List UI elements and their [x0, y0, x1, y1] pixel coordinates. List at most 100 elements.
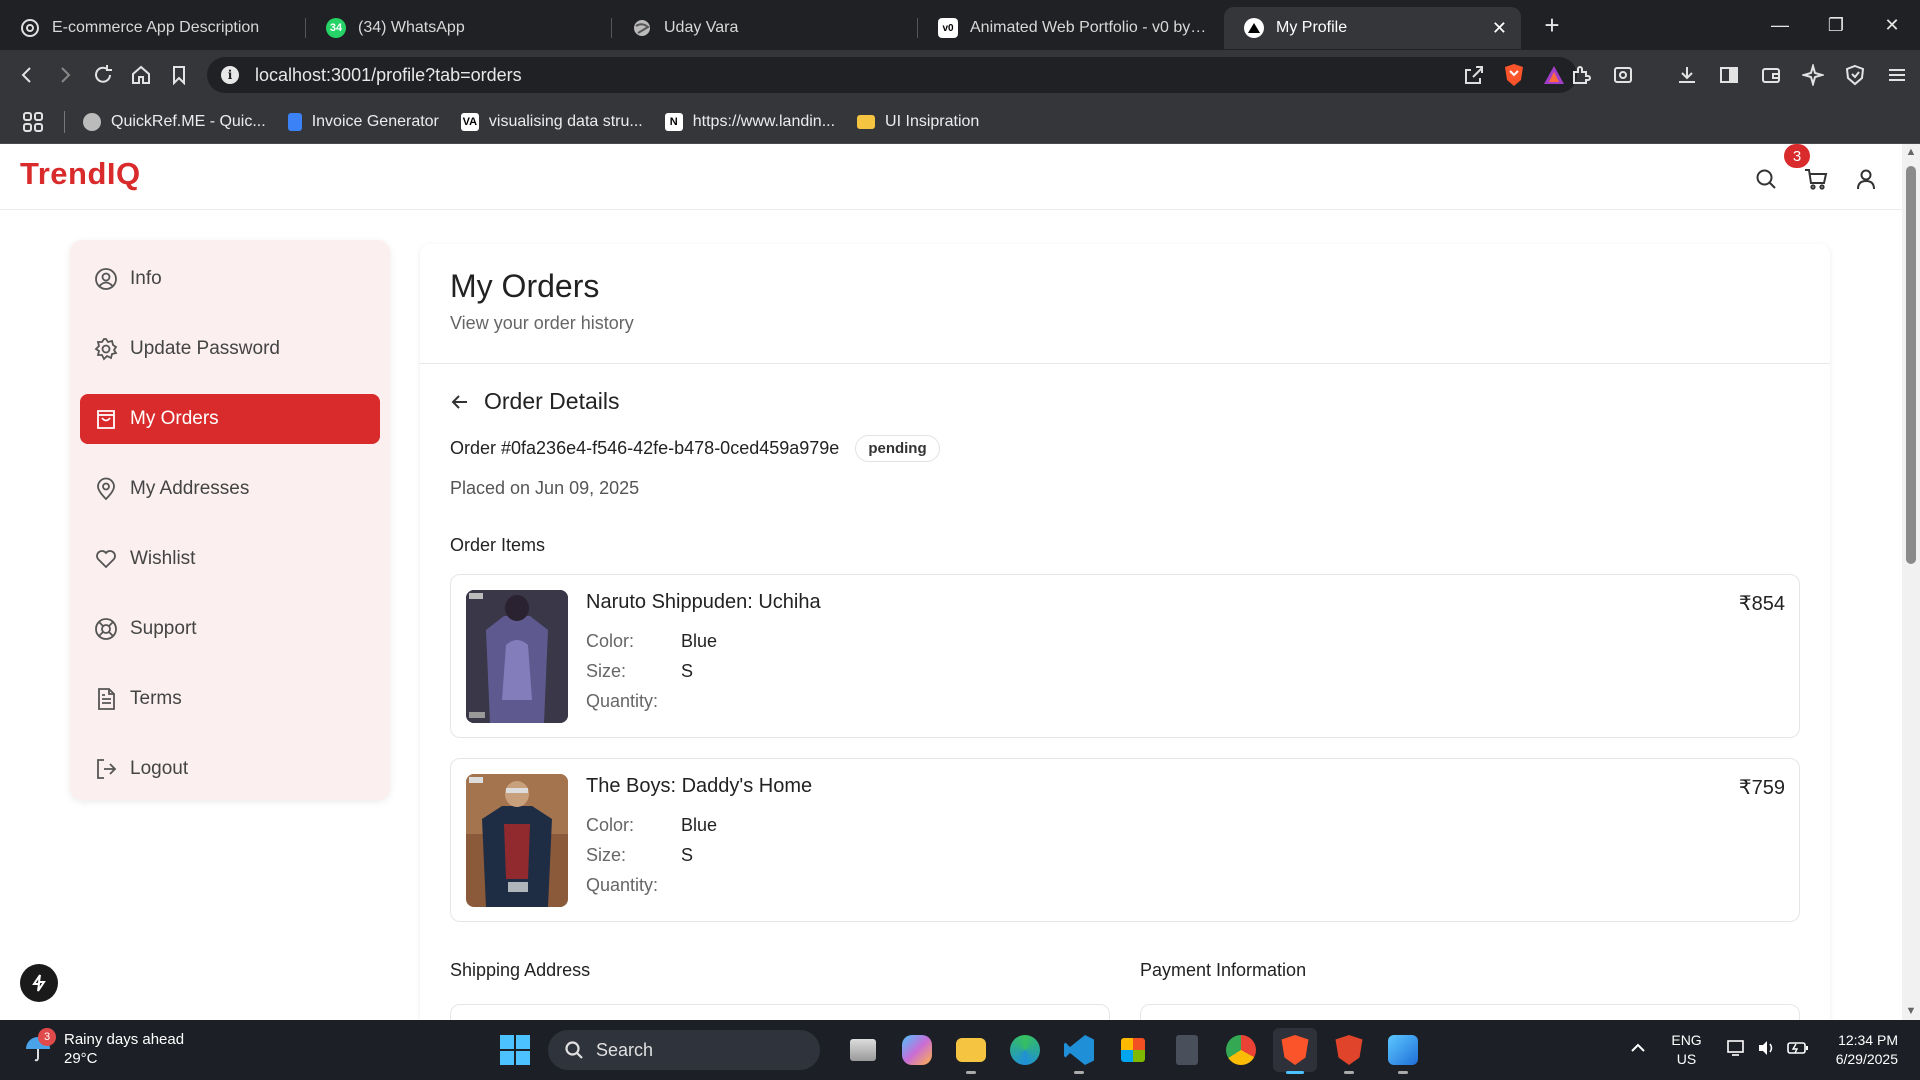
product-name[interactable]: The Boys: Daddy's Home [586, 775, 812, 798]
screenshot-icon[interactable] [1606, 58, 1640, 92]
restore-icon[interactable]: ❐ [1808, 0, 1864, 50]
sidebar-item-terms[interactable]: Terms [80, 674, 380, 724]
network-icon[interactable] [1726, 1039, 1747, 1062]
browser-tab[interactable]: Uday Vara [612, 7, 918, 49]
cart-count-badge: 3 [1784, 144, 1810, 168]
sidebar-item-info[interactable]: Info [80, 254, 380, 304]
sidebar-item-label: Info [130, 268, 162, 289]
photos-icon[interactable] [1381, 1028, 1425, 1074]
volume-icon[interactable] [1757, 1039, 1777, 1062]
task-view-icon[interactable] [841, 1028, 885, 1072]
chevron-up-icon[interactable] [1630, 1040, 1646, 1061]
sidebar-item-label: Support [130, 618, 197, 639]
chrome-icon[interactable] [1219, 1028, 1263, 1072]
url-text[interactable]: localhost:3001/profile?tab=orders [255, 65, 522, 86]
brave-shield-icon[interactable] [1503, 63, 1525, 87]
search-icon[interactable] [1751, 164, 1781, 194]
bookmark-item[interactable]: Invoice Generator [287, 112, 439, 131]
bookmark-label: visualising data stru... [488, 112, 643, 130]
leo-ai-icon[interactable] [1796, 58, 1830, 92]
document-icon [98, 688, 115, 710]
sidebar-item-support[interactable]: Support [80, 604, 380, 654]
forward-icon[interactable] [46, 56, 84, 94]
openai-icon [20, 18, 40, 38]
profile-sidebar: Info Update Password My Orders My Addres… [70, 240, 390, 800]
browser-tab[interactable]: v0 Animated Web Portfolio - v0 by Vercel [918, 7, 1224, 49]
sidebar-item-logout[interactable]: Logout [80, 744, 380, 794]
bookmark-item[interactable]: N https://www.landin... [664, 112, 835, 131]
home-icon[interactable] [122, 56, 160, 94]
windows-start-icon[interactable] [500, 1035, 530, 1065]
copilot-icon[interactable] [895, 1028, 939, 1072]
site-header: TrendIQ 3 [0, 144, 1902, 210]
scroll-down-icon[interactable]: ▼ [1905, 1005, 1917, 1017]
sidebar-item-update-password[interactable]: Update Password [80, 324, 380, 374]
order-item: Naruto Shippuden: Uchiha ₹854 Color: Blu… [450, 574, 1800, 738]
bookmark-icon[interactable] [160, 56, 198, 94]
file-explorer-icon[interactable] [949, 1028, 993, 1074]
scroll-up-icon[interactable]: ▲ [1905, 146, 1917, 158]
browser-tab[interactable]: 34 (34) WhatsApp [306, 7, 612, 49]
share-icon[interactable] [1463, 64, 1485, 86]
order-id-row: Order #0fa236e4-f546-42fe-b478-0ced459a9… [450, 435, 1800, 462]
order-details-header[interactable]: Order Details [450, 388, 1800, 415]
extensions-icon[interactable] [1564, 58, 1598, 92]
browser-tab[interactable]: E-commerce App Description [0, 7, 306, 49]
address-bar[interactable]: i localhost:3001/profile?tab=orders [207, 57, 1577, 93]
order-details: Order Details Order #0fa236e4-f546-42fe-… [420, 388, 1830, 1020]
brave-icon[interactable] [1273, 1028, 1317, 1074]
battery-icon[interactable] [1786, 1040, 1809, 1061]
scrollbar-thumb[interactable] [1906, 166, 1916, 564]
menu-icon[interactable] [1880, 58, 1914, 92]
close-window-icon[interactable]: ✕ [1864, 0, 1920, 50]
product-name[interactable]: Naruto Shippuden: Uchiha [586, 591, 821, 614]
weather-text: Rainy days ahead 29°C [64, 1030, 184, 1068]
va-logo-icon: VA [460, 112, 479, 131]
umbrella-icon: 3 [24, 1028, 56, 1064]
sidebar-item-my-addresses[interactable]: My Addresses [80, 464, 380, 514]
download-icon[interactable] [1670, 58, 1704, 92]
sidebar-item-wishlist[interactable]: Wishlist [80, 534, 380, 584]
site-logo[interactable]: TrendIQ [20, 156, 141, 192]
cart-icon[interactable] [1801, 164, 1831, 194]
sidebar-item-label: Update Password [130, 338, 280, 359]
brave-rewards-icon[interactable] [1543, 64, 1565, 86]
new-tab-button[interactable]: + [1537, 10, 1567, 41]
arrow-left-icon[interactable] [450, 392, 470, 412]
shipping-address-card [450, 1004, 1110, 1020]
order-summary-boxes [450, 1000, 1800, 1020]
sidebar-item-my-orders[interactable]: My Orders [80, 394, 380, 444]
folder-icon [857, 114, 876, 129]
product-image [466, 590, 568, 723]
browser-tab-active[interactable]: My Profile ✕ [1224, 7, 1521, 49]
bookmark-item[interactable]: QuickRef.ME - Quic... [83, 112, 266, 131]
sidebar-toggle-icon[interactable] [1712, 58, 1746, 92]
bookmark-item[interactable]: VA visualising data stru... [460, 112, 643, 131]
lightning-fab[interactable] [20, 964, 58, 1002]
microsoft-store-icon[interactable] [1111, 1028, 1155, 1072]
weather-widget[interactable]: 3 Rainy days ahead 29°C [24, 1028, 184, 1068]
wallet-icon[interactable] [1754, 58, 1788, 92]
user-icon[interactable] [1851, 164, 1881, 194]
vscode-icon[interactable] [1057, 1028, 1101, 1074]
language-indicator[interactable]: ENG US [1671, 1031, 1701, 1069]
brave-beta-icon[interactable] [1327, 1028, 1371, 1074]
clock[interactable]: 12:34 PM 6/29/2025 [1836, 1031, 1898, 1069]
tab-title: Uday Vara [664, 19, 739, 36]
apps-grid-icon[interactable] [22, 111, 44, 133]
weather-title: Rainy days ahead [64, 1031, 185, 1048]
back-icon[interactable] [8, 56, 46, 94]
close-icon[interactable]: ✕ [1492, 18, 1507, 39]
edge-icon[interactable] [1003, 1028, 1047, 1072]
bookmark-folder[interactable]: UI Insipration [857, 113, 979, 131]
vpn-icon[interactable] [1838, 58, 1872, 92]
calculator-icon[interactable] [1165, 1028, 1209, 1072]
taskbar-search[interactable]: Search [548, 1030, 820, 1070]
info-icon[interactable]: i [221, 66, 239, 84]
notion-icon: N [664, 112, 683, 131]
page-scrollbar[interactable]: ▲ ▼ [1902, 144, 1920, 1020]
reload-icon[interactable] [84, 56, 122, 94]
size-label: Size: [586, 661, 627, 681]
minimize-icon[interactable]: — [1752, 0, 1808, 50]
taskbar-apps: Search [500, 1028, 1430, 1074]
